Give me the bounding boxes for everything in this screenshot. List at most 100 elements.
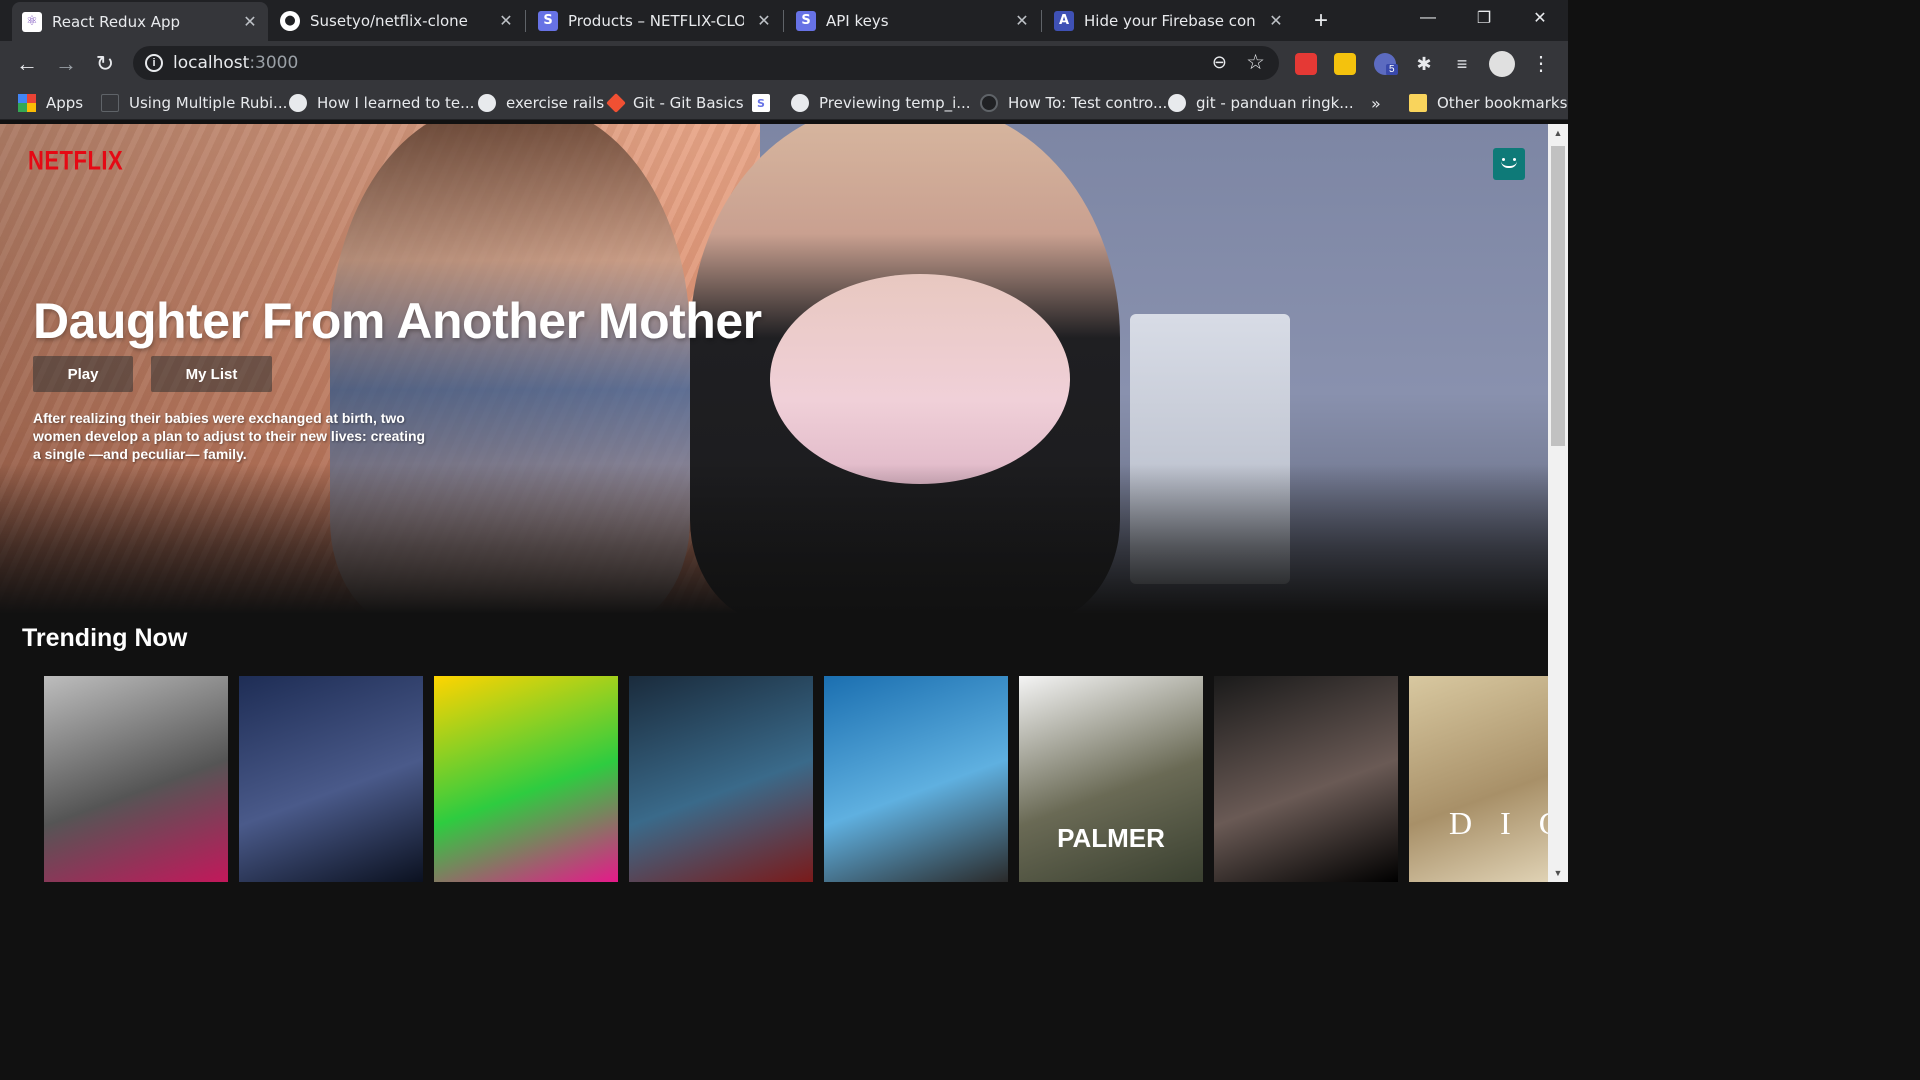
bookmark-item[interactable]: Git - Git Basics (606, 86, 744, 120)
tab-title: API keys (826, 11, 889, 30)
folder-icon (1409, 94, 1427, 112)
close-tab-icon[interactable]: ✕ (242, 13, 258, 30)
vertical-scrollbar[interactable]: ▲ ▼ (1548, 124, 1568, 882)
tab-title: Hide your Firebase config w (1084, 11, 1256, 30)
menu-kebab-icon[interactable]: ⋮ (1530, 53, 1552, 75)
close-tab-icon[interactable]: ✕ (498, 12, 514, 29)
globe-icon (478, 94, 496, 112)
stripe-icon: S (538, 10, 558, 31)
my-list-button[interactable]: My List (151, 356, 272, 392)
bookmark-item[interactable]: How I learned to te... (289, 86, 474, 120)
browser-toolbar: ← → ↻ i localhost:3000 ⊖ ☆ 5 ✱ ≡ ⋮ (0, 41, 1568, 86)
globe-icon (289, 94, 307, 112)
profile-avatar[interactable] (1489, 51, 1515, 77)
github-icon (980, 94, 998, 112)
address-bar[interactable]: i localhost:3000 ⊖ ☆ (133, 46, 1279, 80)
bookmark-item[interactable]: exercise rails (478, 86, 604, 120)
banner-title: Daughter From Another Mother (33, 293, 762, 349)
globe-icon (1168, 94, 1186, 112)
tab-github[interactable]: ● Susetyo/netflix-clone ✕ (270, 0, 524, 41)
banner-description: After realizing their babies were exchan… (33, 410, 426, 462)
tab-stripe-products[interactable]: S Products – NETFLIX-CLONE ✕ (528, 0, 782, 41)
tab-stripe-api-keys[interactable]: S API keys ✕ (786, 0, 1040, 41)
page-icon (101, 94, 119, 112)
extension-red-icon[interactable] (1295, 53, 1317, 75)
scrollbar-thumb[interactable] (1551, 146, 1565, 446)
movie-poster[interactable] (629, 676, 813, 882)
tab-title: React Redux App (52, 12, 181, 31)
tab-separator (783, 10, 784, 32)
bookmarks-bar: Apps Using Multiple Rubi... How I learne… (0, 86, 1568, 120)
bookmark-label: Previewing temp_i... (819, 94, 971, 112)
apps-grid-icon (18, 94, 36, 112)
close-tab-icon[interactable]: ✕ (1268, 12, 1284, 29)
stripe-bookmark-icon: S (752, 94, 770, 112)
extension-badge: 5 (1386, 64, 1398, 75)
tab-strip: ⚛ React Redux App ✕ ● Susetyo/netflix-cl… (0, 0, 1568, 41)
movie-poster[interactable] (1214, 676, 1398, 882)
react-redux-favicon-icon: ⚛ (22, 11, 42, 32)
url-host: localhost (173, 53, 250, 73)
extension-puzzle-badge-icon[interactable]: 5 (1374, 53, 1398, 75)
bookmark-item[interactable]: Previewing temp_i... (791, 86, 971, 120)
movie-poster[interactable] (239, 676, 423, 882)
tab-react-redux-app[interactable]: ⚛ React Redux App ✕ (12, 2, 268, 41)
bookmark-label: How To: Test contro... (1008, 94, 1168, 112)
page-viewport: NETFLIX Daughter From Another Mother Pla… (0, 124, 1548, 882)
play-button[interactable]: Play (33, 356, 133, 392)
bookmark-label: How I learned to te... (317, 94, 475, 112)
scroll-down-arrow-icon[interactable]: ▼ (1548, 864, 1568, 882)
poster-row: PALMER D I G (44, 676, 1548, 882)
other-bookmarks-folder[interactable]: Other bookmarks (1409, 86, 1567, 120)
bookmark-item[interactable]: git - panduan ringk... (1168, 86, 1354, 120)
back-arrow-icon[interactable]: ← (14, 51, 40, 77)
article-icon: A (1054, 10, 1074, 31)
movie-poster[interactable]: D I G (1409, 676, 1548, 882)
bookmarks-overflow-button[interactable]: » (1371, 86, 1381, 120)
bookmark-star-icon[interactable]: ☆ (1246, 50, 1265, 75)
banner-baby (770, 274, 1070, 484)
bookmark-item[interactable]: Using Multiple Rubi... (101, 86, 287, 120)
zoom-icon[interactable]: ⊖ (1212, 52, 1227, 73)
site-info-icon[interactable]: i (145, 54, 163, 72)
poster-title: PALMER (1057, 823, 1165, 853)
bookmark-item[interactable]: How To: Test contro... (980, 86, 1167, 120)
media-queue-icon[interactable]: ≡ (1451, 53, 1473, 75)
new-tab-plus-icon[interactable]: + (1308, 8, 1334, 34)
close-window-icon[interactable]: ✕ (1512, 0, 1568, 36)
avatar-smile (1501, 161, 1517, 168)
close-tab-icon[interactable]: ✕ (756, 12, 772, 29)
close-tab-icon[interactable]: ✕ (1014, 12, 1030, 29)
movie-poster[interactable] (434, 676, 618, 882)
profile-avatar-icon[interactable] (1493, 148, 1525, 180)
extension-yellow-icon[interactable] (1334, 53, 1356, 75)
banner-bottom-fade (0, 464, 1548, 614)
minimize-window-icon[interactable]: — (1400, 0, 1456, 36)
bookmark-label: Apps (46, 94, 84, 112)
github-icon: ● (280, 10, 300, 31)
bookmark-label: git - panduan ringk... (1196, 94, 1354, 112)
tab-title: Products – NETFLIX-CLONE (568, 11, 744, 30)
extensions-puzzle-icon[interactable]: ✱ (1413, 53, 1435, 75)
git-icon (606, 93, 626, 113)
movie-poster[interactable] (824, 676, 1008, 882)
tab-firebase-config[interactable]: A Hide your Firebase config w ✕ (1044, 0, 1294, 41)
scroll-up-arrow-icon[interactable]: ▲ (1548, 124, 1568, 142)
row-title: Trending Now (22, 624, 188, 652)
url-text[interactable]: localhost:3000 (173, 53, 298, 73)
globe-icon (791, 94, 809, 112)
tab-title: Susetyo/netflix-clone (310, 11, 468, 30)
poster-title: D I G (1449, 805, 1548, 841)
reload-icon[interactable]: ↻ (92, 51, 118, 77)
bookmark-apps[interactable]: Apps (18, 86, 83, 120)
stripe-icon: S (796, 10, 816, 31)
bookmark-label: exercise rails (506, 94, 605, 112)
bookmark-item[interactable]: S (752, 86, 780, 120)
netflix-logo[interactable]: NETFLIX (28, 145, 123, 176)
forward-arrow-icon[interactable]: → (53, 51, 79, 77)
bookmark-label: Git - Git Basics (633, 94, 744, 112)
hero-banner: NETFLIX Daughter From Another Mother Pla… (0, 124, 1548, 614)
movie-poster[interactable]: PALMER (1019, 676, 1203, 882)
movie-poster[interactable] (44, 676, 228, 882)
restore-window-icon[interactable]: ❐ (1456, 0, 1512, 36)
